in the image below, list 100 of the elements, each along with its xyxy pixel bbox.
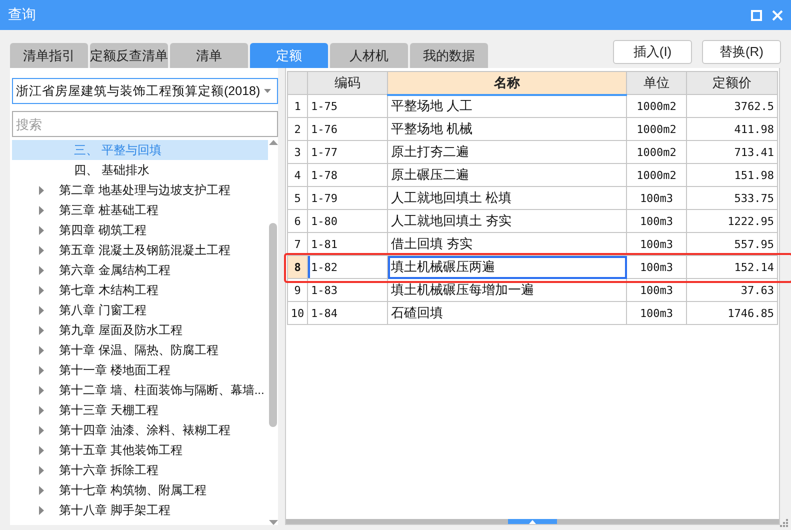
expand-arrow-icon[interactable] bbox=[39, 326, 44, 334]
column-header[interactable]: 定额价 bbox=[686, 72, 778, 94]
tree-item[interactable]: 第十二章 墙、柱面装饰与隔断、幕墙... bbox=[59, 382, 264, 398]
price-cell: 37.63 bbox=[686, 278, 778, 302]
price-cell: 1746.85 bbox=[686, 302, 778, 324]
expand-arrow-icon[interactable] bbox=[39, 226, 44, 234]
column-header[interactable]: 编码 bbox=[308, 72, 388, 94]
name-cell: 人工就地回填土 夯实 bbox=[388, 210, 626, 232]
expand-arrow-icon[interactable] bbox=[39, 366, 44, 374]
column-header[interactable]: 名称 bbox=[388, 72, 626, 94]
code-cell: 1-81 bbox=[308, 232, 388, 256]
unit-cell: 100m3 bbox=[626, 302, 686, 324]
row-number: 6 bbox=[288, 210, 308, 232]
tab[interactable]: 清单指引 bbox=[10, 43, 88, 68]
expand-arrow-icon[interactable] bbox=[39, 266, 44, 274]
code-cell: 1-80 bbox=[308, 210, 388, 232]
maximize-icon[interactable] bbox=[751, 10, 762, 20]
tree-item[interactable]: 第十四章 油漆、涂料、裱糊工程 bbox=[59, 422, 230, 438]
tree-item[interactable]: 第十章 保温、隔热、防腐工程 bbox=[59, 342, 218, 358]
tree-item[interactable]: 第二章 地基处理与边坡支护工程 bbox=[59, 182, 230, 198]
name-cell: 填土机械碾压两遍 bbox=[388, 256, 626, 278]
unit-cell: 100m3 bbox=[626, 232, 686, 256]
corner-cell bbox=[288, 72, 308, 94]
name-cell: 原土打夯二遍 bbox=[388, 140, 626, 164]
tab[interactable]: 人材机 bbox=[330, 43, 408, 68]
tree-item[interactable]: 第十五章 其他装饰工程 bbox=[59, 442, 182, 458]
tree-item[interactable]: 第三章 桩基础工程 bbox=[59, 202, 158, 218]
price-cell: 533.75 bbox=[686, 186, 778, 210]
tree-item[interactable]: 第十一章 楼地面工程 bbox=[59, 362, 170, 378]
caret-icon bbox=[264, 89, 272, 93]
code-cell: 1-76 bbox=[308, 118, 388, 140]
price-cell: 3762.5 bbox=[686, 94, 778, 118]
scroll-up-icon[interactable] bbox=[268, 140, 278, 145]
row-number: 5 bbox=[288, 186, 308, 210]
row-number: 2 bbox=[288, 118, 308, 140]
row-number: 4 bbox=[288, 164, 308, 186]
unit-cell: 1000m2 bbox=[626, 164, 686, 186]
expand-arrow-icon[interactable] bbox=[39, 466, 44, 474]
price-cell: 152.14 bbox=[686, 256, 778, 278]
unit-cell: 100m3 bbox=[626, 210, 686, 232]
tab[interactable]: 清单 bbox=[170, 43, 248, 68]
row-number: 8 bbox=[288, 256, 308, 278]
tree-item[interactable]: 第十七章 构筑物、附属工程 bbox=[59, 482, 206, 498]
unit-cell: 1000m2 bbox=[626, 118, 686, 140]
code-cell: 1-78 bbox=[308, 164, 388, 186]
expand-arrow-icon[interactable] bbox=[39, 306, 44, 314]
tree-item[interactable]: 第八章 门窗工程 bbox=[59, 302, 146, 318]
expand-arrow-icon[interactable] bbox=[39, 246, 44, 254]
column-header[interactable]: 单位 bbox=[626, 72, 686, 94]
expand-arrow-icon[interactable] bbox=[39, 406, 44, 414]
splitter-handle[interactable] bbox=[508, 519, 557, 524]
name-cell: 人工就地回填土 松填 bbox=[388, 186, 626, 210]
price-cell: 411.98 bbox=[686, 118, 778, 140]
search-field[interactable]: 搜索 bbox=[12, 111, 278, 137]
tab[interactable]: 我的数据 bbox=[410, 43, 488, 68]
name-cell: 平整场地 人工 bbox=[388, 94, 626, 118]
row-number: 1 bbox=[288, 94, 308, 118]
replace-button[interactable]: 替换(R) bbox=[702, 40, 781, 64]
tree-item[interactable]: 第十八章 脚手架工程 bbox=[59, 502, 170, 518]
unit-cell: 1000m2 bbox=[626, 94, 686, 118]
unit-cell: 100m3 bbox=[626, 278, 686, 302]
tree-item[interactable]: 第五章 混凝土及钢筋混凝土工程 bbox=[59, 242, 230, 258]
tree-item[interactable]: 第九章 屋面及防水工程 bbox=[59, 322, 182, 338]
price-cell: 557.95 bbox=[686, 232, 778, 256]
name-cell: 原土碾压二遍 bbox=[388, 164, 626, 186]
unit-cell: 100m3 bbox=[626, 256, 686, 278]
tree-item[interactable]: 四、 基础排水 bbox=[12, 160, 268, 180]
resize-grip-icon[interactable] bbox=[780, 519, 789, 528]
tab[interactable]: 定额反查清单 bbox=[90, 43, 168, 68]
price-cell: 1222.95 bbox=[686, 210, 778, 232]
price-cell: 713.41 bbox=[686, 140, 778, 164]
expand-arrow-icon[interactable] bbox=[39, 386, 44, 394]
tree-item[interactable]: 第六章 金属结构工程 bbox=[59, 262, 170, 278]
name-cell: 石碴回填 bbox=[388, 302, 626, 324]
tree-item[interactable]: 第十六章 拆除工程 bbox=[59, 462, 158, 478]
code-cell: 1-82 bbox=[308, 256, 388, 278]
expand-arrow-icon[interactable] bbox=[39, 486, 44, 494]
quota-dropdown[interactable]: 浙江省房屋建筑与装饰工程预算定额(2018) bbox=[12, 78, 278, 104]
tree-item[interactable]: 第四章 砌筑工程 bbox=[59, 222, 146, 238]
code-cell: 1-77 bbox=[308, 140, 388, 164]
expand-arrow-icon[interactable] bbox=[39, 206, 44, 214]
close-icon[interactable] bbox=[772, 10, 783, 20]
name-cell: 借土回填 夯实 bbox=[388, 232, 626, 256]
expand-arrow-icon[interactable] bbox=[39, 286, 44, 294]
code-cell: 1-79 bbox=[308, 186, 388, 210]
expand-arrow-icon[interactable] bbox=[39, 186, 44, 194]
window-title: 查询 bbox=[8, 6, 37, 24]
scroll-down-icon[interactable] bbox=[268, 520, 278, 525]
name-cell: 填土机械碾压每增加一遍 bbox=[388, 278, 626, 302]
expand-arrow-icon[interactable] bbox=[39, 446, 44, 454]
price-cell: 151.98 bbox=[686, 164, 778, 186]
expand-arrow-icon[interactable] bbox=[39, 506, 44, 514]
scrollbar[interactable] bbox=[268, 140, 278, 525]
row-number: 10 bbox=[288, 302, 308, 324]
expand-arrow-icon[interactable] bbox=[39, 426, 44, 434]
tree-item[interactable]: 第十三章 天棚工程 bbox=[59, 402, 158, 418]
expand-arrow-icon[interactable] bbox=[39, 346, 44, 354]
code-cell: 1-83 bbox=[308, 278, 388, 302]
insert-button[interactable]: 插入(I) bbox=[613, 40, 692, 64]
tree-item[interactable]: 第七章 木结构工程 bbox=[59, 282, 158, 298]
